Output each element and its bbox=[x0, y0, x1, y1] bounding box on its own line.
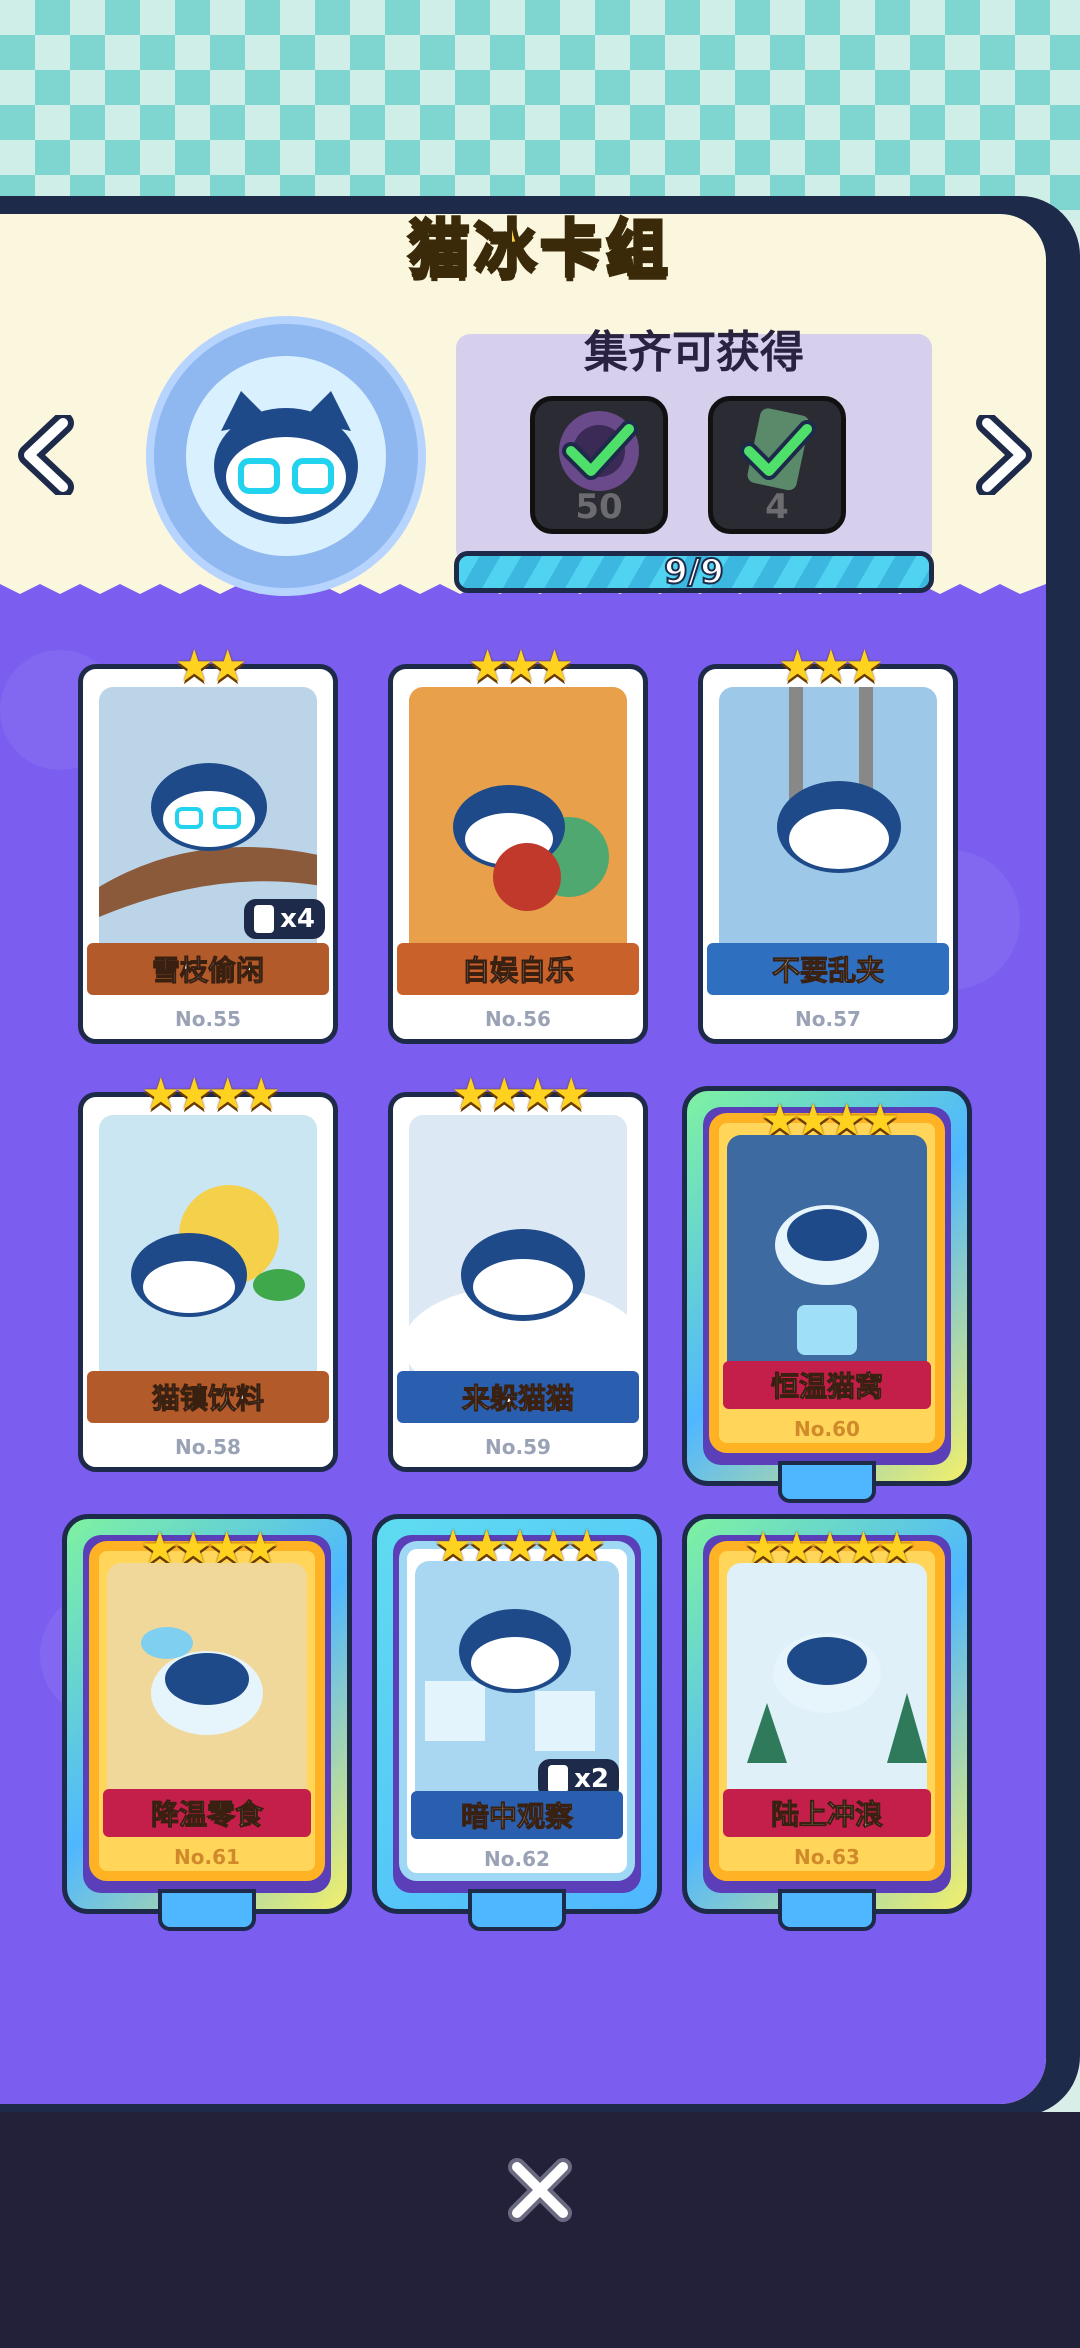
card-set-badge bbox=[146, 316, 426, 596]
card-art bbox=[409, 687, 627, 965]
card-stars: ★★ bbox=[174, 641, 248, 692]
cat-dragon-fridge-icon bbox=[775, 1205, 879, 1355]
card-number: No.63 bbox=[794, 1845, 860, 1869]
card-60[interactable]: ★★★★ 恒温猫窝 No.60 bbox=[709, 1095, 945, 1453]
card-number: No.59 bbox=[485, 1435, 551, 1459]
bottom-bar bbox=[0, 2112, 1080, 2348]
cat-with-yarn-icon bbox=[453, 785, 609, 911]
card-name-banner: 不要乱夹 bbox=[707, 943, 949, 995]
reward-card-pack[interactable]: 4 bbox=[708, 396, 846, 534]
card-61[interactable]: ★★★★ 降温零食 No.61 bbox=[89, 1523, 325, 1881]
card-stars: ★★★★ bbox=[141, 1069, 281, 1120]
reward-count: 4 bbox=[765, 487, 789, 527]
collection-progress-bar: 9/9 bbox=[454, 551, 934, 593]
cat-dragon-surf-icon bbox=[747, 1633, 927, 1763]
card-name-banner: 猫镇饮料 bbox=[87, 1371, 329, 1423]
card-art bbox=[727, 1135, 927, 1381]
card-56[interactable]: ★★★ 自娱自乐 No.56 bbox=[388, 641, 648, 1044]
card-art bbox=[107, 1563, 307, 1809]
cat-in-tongs-icon bbox=[777, 687, 901, 873]
card-name-banner: 雪枝偷闲 bbox=[87, 943, 329, 995]
card-number: No.55 bbox=[175, 1007, 241, 1031]
card-stars: ★★★★ bbox=[451, 1069, 591, 1120]
close-button[interactable] bbox=[500, 2150, 580, 2230]
cat-in-drink-icon bbox=[131, 1185, 305, 1317]
card-63[interactable]: ★★★★★ 陆上冲浪 No.63 bbox=[709, 1523, 945, 1881]
card-62-frame[interactable]: ★★★★★ x2 暗中观察 No.62 bbox=[372, 1514, 662, 1931]
cat-in-snow-icon bbox=[409, 1229, 627, 1393]
card-57[interactable]: ★★★ 不要乱夹 No.57 bbox=[698, 641, 958, 1044]
card-number: No.56 bbox=[485, 1007, 551, 1031]
reward-avatar-frame[interactable]: 50 bbox=[530, 396, 668, 534]
card-name-banner: 恒温猫窝 bbox=[723, 1361, 931, 1409]
card-number: No.57 bbox=[795, 1007, 861, 1031]
card-number: No.60 bbox=[794, 1417, 860, 1441]
cat-dragon-snack-icon bbox=[141, 1627, 263, 1735]
card-art bbox=[409, 1115, 627, 1393]
card-number: No.62 bbox=[484, 1847, 550, 1871]
card-number: No.58 bbox=[175, 1435, 241, 1459]
card-58[interactable]: ★★★★ 猫镇饮料 No.58 bbox=[78, 1069, 338, 1472]
chevron-left-icon bbox=[18, 415, 74, 495]
card-62[interactable]: ★★★★★ x2 暗中观察 No.62 bbox=[399, 1521, 635, 1881]
avatar-frame-icon bbox=[559, 411, 639, 491]
close-icon bbox=[508, 2158, 572, 2222]
card-stars: ★★★ bbox=[777, 641, 884, 692]
card-name-banner: 陆上冲浪 bbox=[723, 1789, 931, 1837]
card-59[interactable]: ★★★★ 来躲猫猫 No.59 bbox=[388, 1069, 648, 1472]
card-pack-icon bbox=[740, 408, 816, 491]
card-61-frame[interactable]: ★★★★ 降温零食 No.61 bbox=[62, 1514, 352, 1931]
reward-heading: 集齐可获得 bbox=[584, 327, 804, 378]
card-name-banner: 自娱自乐 bbox=[397, 943, 639, 995]
card-60-frame[interactable]: ★★★★ 恒温猫窝 No.60 bbox=[682, 1086, 972, 1503]
card-55[interactable]: ★★ x4 雪枝偷闲 No.55 bbox=[78, 641, 338, 1044]
reward-count: 50 bbox=[575, 487, 623, 527]
prev-set-button[interactable] bbox=[12, 410, 82, 500]
checkered-background bbox=[0, 0, 1080, 220]
card-name-banner: 降温零食 bbox=[103, 1789, 311, 1837]
page-title: 猫冰卡组 bbox=[406, 211, 672, 287]
duplicate-count-badge: x4 bbox=[244, 899, 325, 939]
progress-text: 9/9 bbox=[663, 552, 725, 592]
card-stars: ★★★ bbox=[467, 641, 574, 692]
chevron-right-icon bbox=[976, 415, 1032, 495]
card-art bbox=[99, 1115, 317, 1393]
next-set-button[interactable] bbox=[968, 410, 1038, 500]
card-name-banner: 来躲猫猫 bbox=[397, 1371, 639, 1423]
ice-cat-icon bbox=[214, 391, 358, 524]
card-art bbox=[719, 687, 937, 965]
card-63-frame[interactable]: ★★★★★ 陆上冲浪 No.63 bbox=[682, 1514, 972, 1931]
card-name-banner: 暗中观察 bbox=[411, 1791, 623, 1839]
card-art bbox=[727, 1563, 927, 1809]
card-number: No.61 bbox=[174, 1845, 240, 1869]
